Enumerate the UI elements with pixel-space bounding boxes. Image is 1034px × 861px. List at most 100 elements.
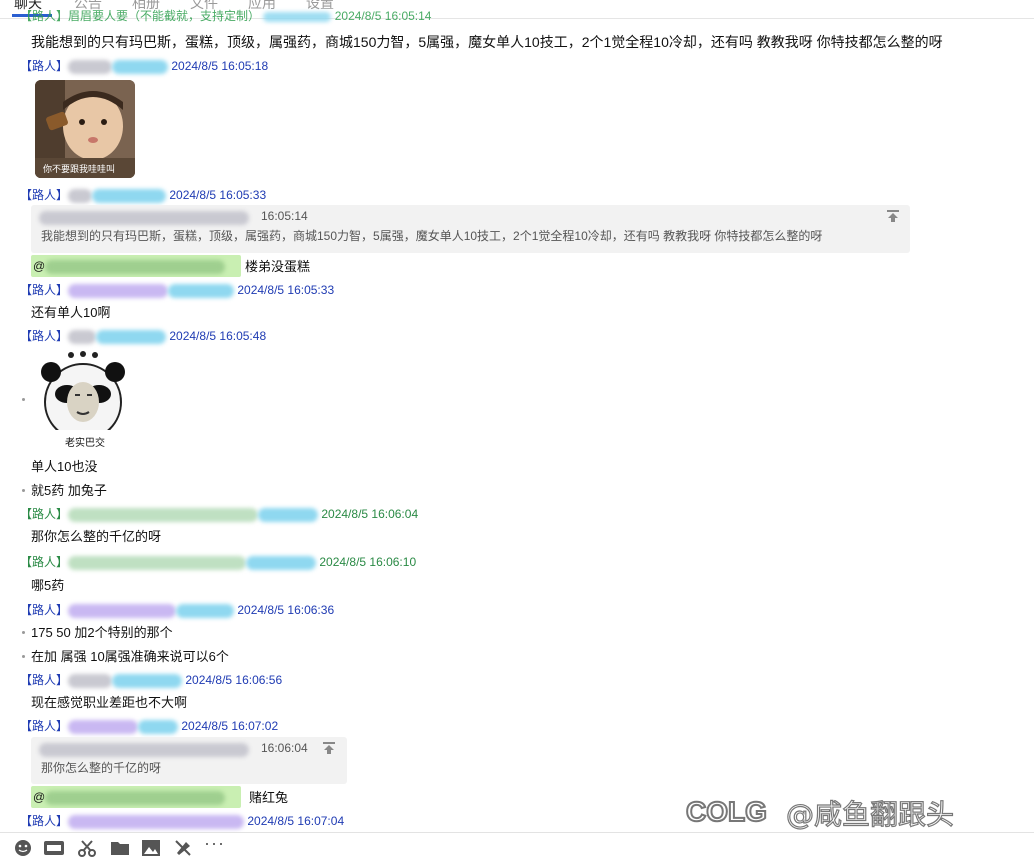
- message-time: 2024/8/5 16:06:36: [237, 603, 335, 617]
- watermark: COLG @咸鱼翻跟头: [684, 790, 1024, 832]
- redacted-quote-author: [39, 743, 249, 757]
- member-tag: 【路人】: [20, 814, 69, 828]
- message-text: 175 50 加2个特别的那个: [31, 625, 173, 640]
- redacted-name: [68, 283, 169, 298]
- sticker-caption: 老实巴交: [65, 438, 105, 449]
- message-header: 【路人】 2024/8/5 16:05:33: [20, 282, 334, 298]
- member-tag: 【路人】: [20, 188, 69, 202]
- member-tag: 【路人】: [20, 719, 69, 733]
- member-tag: 【路人】: [20, 603, 69, 617]
- message-text: 就5药 加兔子: [31, 483, 107, 498]
- sticker-image[interactable]: 老实巴交: [35, 350, 131, 450]
- member-tag: 【路人】: [20, 283, 69, 297]
- member-tag: 【路人】: [20, 507, 69, 521]
- quote-text: 那你怎么整的千亿的呀: [41, 761, 162, 775]
- redacted-name: [68, 188, 93, 203]
- mention-tag[interactable]: @: [31, 255, 241, 277]
- quoted-message[interactable]: 16:06:04 那你怎么整的千亿的呀: [31, 737, 347, 784]
- message-text: 我能想到的只有玛巴斯，蛋糕，顶级，属强药，商城150力智，5属强，魔女单人10技…: [31, 34, 943, 50]
- bullet-dot: [22, 631, 25, 634]
- message-text: 楼弟没蛋糕: [245, 259, 311, 274]
- message-header: 【路人】 2024/8/5 16:06:10: [20, 554, 416, 570]
- member-tag: 【路人】: [20, 9, 69, 23]
- message-header: 【路人】 2024/8/5 16:07:02: [20, 718, 278, 734]
- message-time: 2024/8/5 16:07:04: [247, 814, 345, 828]
- message-header: 【路人】眉眉要人要（不能截就，支持定制） 2024/8/5 16:05:14: [20, 8, 431, 24]
- sticker-image[interactable]: 你不要跟我哇哇叫: [35, 80, 135, 178]
- redacted-id: [112, 673, 183, 688]
- redacted-name: [68, 603, 177, 618]
- redacted-quote-author: [39, 211, 249, 225]
- message-header: 【路人】 2024/8/5 16:06:36: [20, 602, 334, 618]
- message-header: 【路人】 2024/8/5 16:05:18: [20, 58, 268, 74]
- watermark-logo: COLG: [686, 796, 767, 827]
- quote-time: 16:05:14: [261, 209, 308, 223]
- message-time: 2024/8/5 16:05:33: [237, 283, 335, 297]
- message-time: 2024/8/5 16:05:33: [169, 188, 267, 202]
- bullet-dot: [22, 398, 25, 401]
- mention-at: @: [33, 790, 46, 804]
- member-tag: 【路人】: [20, 59, 69, 73]
- message-text: 在加 属强 10属强准确来说可以6个: [31, 649, 229, 664]
- quoted-message[interactable]: 16:05:14 我能想到的只有玛巴斯，蛋糕，顶级，属强药，商城150力智，5属…: [31, 205, 910, 253]
- redacted-id: [176, 603, 235, 618]
- redacted-id: [263, 11, 332, 22]
- message-time: 2024/8/5 16:05:14: [334, 9, 432, 23]
- bullet-dot: [22, 655, 25, 658]
- message-header: 【路人】 2024/8/5 16:05:33: [20, 187, 266, 203]
- message-header: 【路人】 2024/8/5 16:06:56: [20, 672, 282, 688]
- message-header: 【路人】 2024/8/5 16:07:04: [20, 813, 344, 829]
- redacted-name: [68, 673, 113, 688]
- message-time: 2024/8/5 16:06:04: [321, 507, 419, 521]
- message-header: 【路人】 2024/8/5 16:06:04: [20, 506, 418, 522]
- watermark-text: @咸鱼翻跟头: [785, 797, 955, 831]
- image-icon[interactable]: [142, 839, 160, 861]
- quote-text: 我能想到的只有玛巴斯，蛋糕，顶级，属强药，商城150力智，5属强，魔女单人10技…: [41, 229, 823, 243]
- redacted-id: [92, 188, 167, 203]
- jump-to-message-icon[interactable]: [886, 209, 900, 226]
- redacted-id: [246, 555, 317, 570]
- member-tag: 【路人】: [20, 555, 69, 569]
- message-time: 2024/8/5 16:05:48: [169, 329, 267, 343]
- member-tag: 【路人】: [20, 673, 69, 687]
- sender-name: 眉眉要人要（不能截就，支持定制）: [68, 9, 261, 23]
- redacted-name: [68, 719, 139, 734]
- screenshot-scissors-icon[interactable]: [78, 839, 96, 861]
- mention-tag[interactable]: @: [31, 786, 241, 808]
- message-text: 还有单人10啊: [31, 305, 111, 320]
- message-time: 2024/8/5 16:06:10: [319, 555, 417, 569]
- message-text: 单人10也没: [31, 459, 98, 474]
- redacted-name: [68, 814, 245, 829]
- sticker-caption: 你不要跟我哇哇叫: [43, 164, 116, 174]
- gif-icon[interactable]: [44, 839, 64, 861]
- redacted-name: [68, 507, 259, 522]
- redacted-id: [112, 59, 169, 74]
- message-text: 现在感觉职业差距也不大啊: [31, 695, 188, 710]
- folder-icon[interactable]: [110, 839, 130, 861]
- input-toolbar: ···: [0, 832, 1034, 857]
- redacted-mention-name: [45, 259, 226, 274]
- mention-at: @: [33, 259, 46, 273]
- redacted-id: [96, 329, 167, 344]
- redacted-name: [68, 329, 97, 344]
- message-time: 2024/8/5 16:06:56: [185, 673, 283, 687]
- redacted-id: [168, 283, 235, 298]
- redacted-name: [68, 555, 247, 570]
- message-time: 2024/8/5 16:05:18: [171, 59, 269, 73]
- message-header: 【路人】 2024/8/5 16:05:48: [20, 328, 266, 344]
- redacted-id: [138, 719, 179, 734]
- message-text: 哪5药: [31, 578, 65, 593]
- message-time: 2024/8/5 16:07:02: [181, 719, 279, 733]
- emoji-icon[interactable]: [14, 839, 32, 861]
- redacted-mention-name: [45, 790, 226, 805]
- voice-mute-icon[interactable]: [174, 839, 192, 861]
- member-tag: 【路人】: [20, 329, 69, 343]
- redacted-id: [258, 507, 319, 522]
- redacted-name: [68, 59, 113, 74]
- quote-time: 16:06:04: [261, 741, 308, 755]
- bullet-dot: [22, 489, 25, 492]
- message-text: 赌红兔: [249, 790, 289, 805]
- jump-to-message-icon[interactable]: [322, 741, 336, 758]
- colg-logo-icon: COLG: [685, 795, 768, 828]
- more-options-icon[interactable]: ···: [204, 834, 225, 852]
